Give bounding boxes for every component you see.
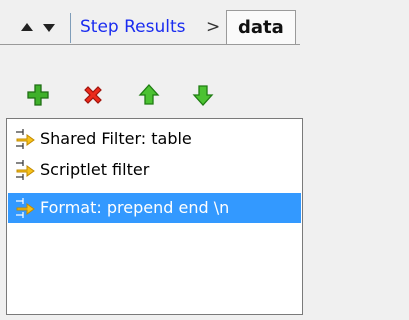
breadcrumb-divider xyxy=(70,13,71,43)
breadcrumb-underline xyxy=(0,44,300,45)
list-item[interactable]: Shared Filter: table xyxy=(8,124,301,154)
filter-list[interactable]: Shared Filter: table Scriptlet filter Fo… xyxy=(6,118,303,315)
plus-icon xyxy=(27,84,49,106)
breadcrumb-current: data xyxy=(226,10,296,45)
filter-toolbar xyxy=(0,78,409,112)
list-item-label: Scriptlet filter xyxy=(40,160,150,179)
nav-up-arrow-icon[interactable] xyxy=(19,19,35,35)
filter-icon xyxy=(16,198,35,218)
move-down-button[interactable] xyxy=(190,82,216,108)
arrow-down-icon xyxy=(192,85,214,106)
nav-down-arrow-icon[interactable] xyxy=(41,19,57,35)
list-item-selected[interactable]: Format: prepend end \n xyxy=(8,193,301,223)
remove-filter-button[interactable] xyxy=(80,82,106,108)
delete-icon xyxy=(84,86,102,104)
move-up-button[interactable] xyxy=(136,82,162,108)
list-item[interactable]: Scriptlet filter xyxy=(8,155,301,185)
breadcrumb-separator: > xyxy=(206,17,221,37)
add-filter-button[interactable] xyxy=(25,82,51,108)
filter-icon xyxy=(16,129,35,149)
list-item-label: Format: prepend end \n xyxy=(40,198,230,217)
arrow-up-icon xyxy=(138,84,160,105)
navigation-bar: Step Results > data xyxy=(0,0,409,58)
filter-icon xyxy=(16,160,35,180)
breadcrumb-parent-link[interactable]: Step Results xyxy=(80,17,186,37)
list-item-label: Shared Filter: table xyxy=(40,129,192,148)
